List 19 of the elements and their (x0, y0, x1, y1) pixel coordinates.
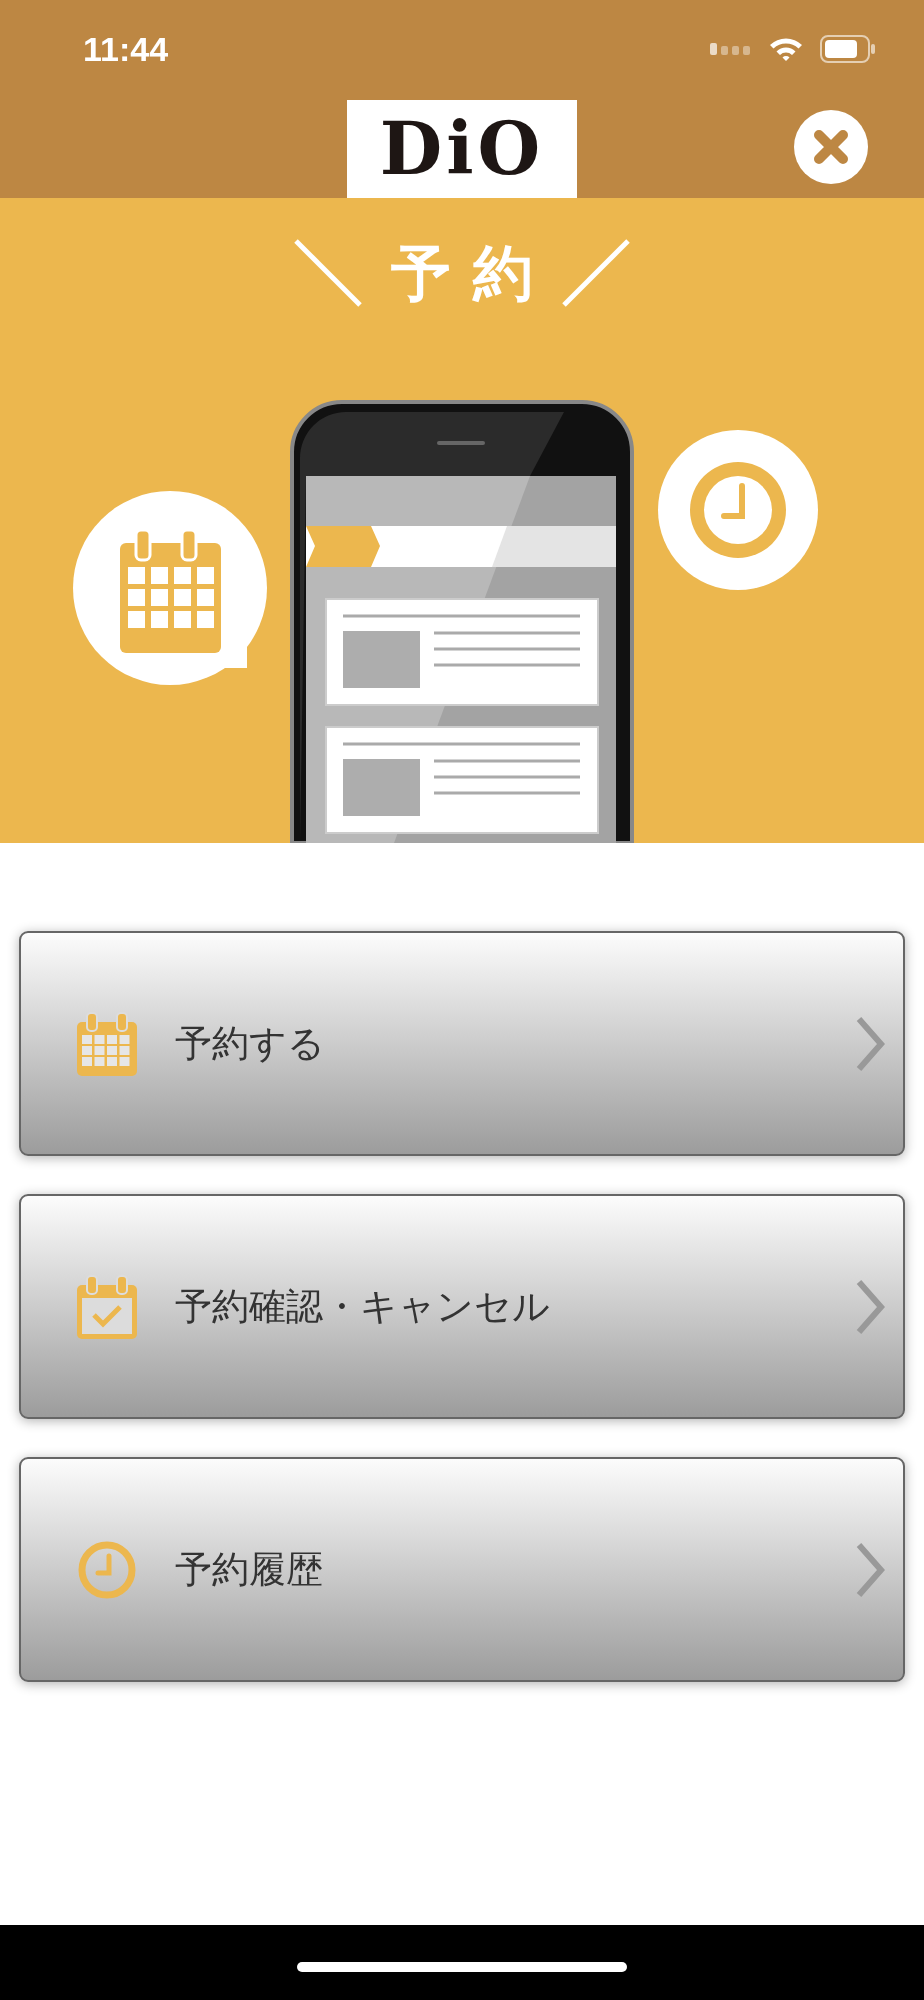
chevron-icon (855, 1278, 885, 1335)
banner-title: 予約 (391, 237, 555, 310)
menu-button[interactable]: 予約する (19, 931, 905, 1156)
status-time: 11:44 (83, 28, 169, 70)
logo: DiO (347, 100, 577, 198)
battery-icon (820, 35, 876, 63)
menu-button[interactable]: 予約確認・キャンセル (19, 1194, 905, 1419)
clock-icon (78, 1540, 136, 1599)
slash-line (561, 238, 631, 308)
signal-icon (710, 43, 752, 55)
menu-button[interactable]: 予約履歴 (19, 1457, 905, 1682)
calendar-check-icon (76, 1274, 138, 1339)
chevron-icon (855, 1541, 885, 1598)
clock-bubble-icon (658, 430, 818, 590)
calendar-icon (76, 1011, 138, 1076)
close-icon (811, 127, 851, 167)
slash-line (293, 238, 363, 308)
calendar-bubble-icon (73, 491, 267, 685)
chevron-icon (855, 1015, 885, 1072)
